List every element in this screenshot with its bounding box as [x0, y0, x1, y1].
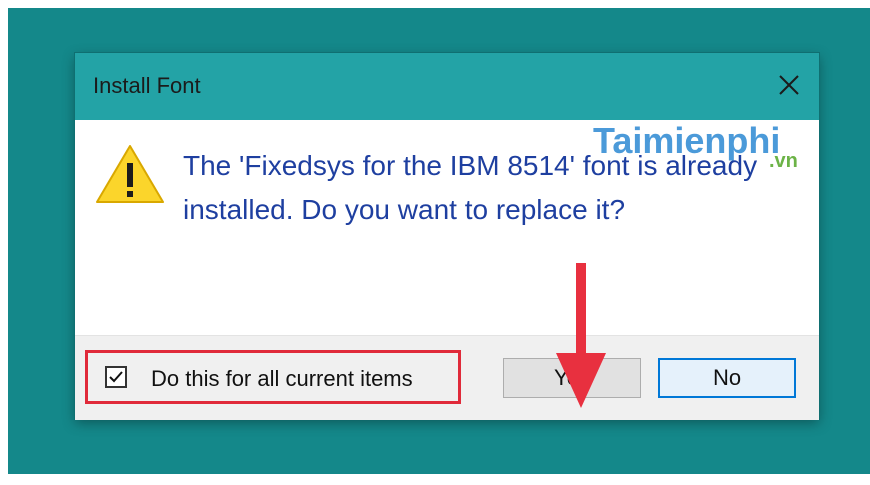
apply-to-all-checkbox[interactable] — [105, 366, 127, 388]
dialog-titlebar: Install Font — [75, 53, 819, 120]
arrow-down-icon — [556, 263, 606, 408]
checkmark-icon — [109, 371, 123, 383]
dialog-footer: Do this for all current items Yes No — [75, 335, 819, 420]
apply-to-all-label[interactable]: Do this for all current items — [151, 366, 413, 392]
watermark-suffix: .vn — [769, 150, 798, 172]
no-button[interactable]: No — [658, 358, 796, 398]
install-font-dialog: Install Font The 'Fixedsys for the IBM 8… — [75, 53, 819, 420]
close-icon — [779, 75, 799, 95]
dialog-title: Install Font — [93, 73, 201, 98]
watermark-logo: Taimienphi .vn — [553, 120, 815, 182]
warning-icon — [96, 145, 164, 203]
watermark-brand: Taimienphi — [593, 120, 781, 161]
close-button[interactable] — [767, 65, 811, 105]
dialog-content: The 'Fixedsys for the IBM 8514' font is … — [75, 120, 819, 335]
desktop-background: Install Font The 'Fixedsys for the IBM 8… — [8, 8, 870, 474]
